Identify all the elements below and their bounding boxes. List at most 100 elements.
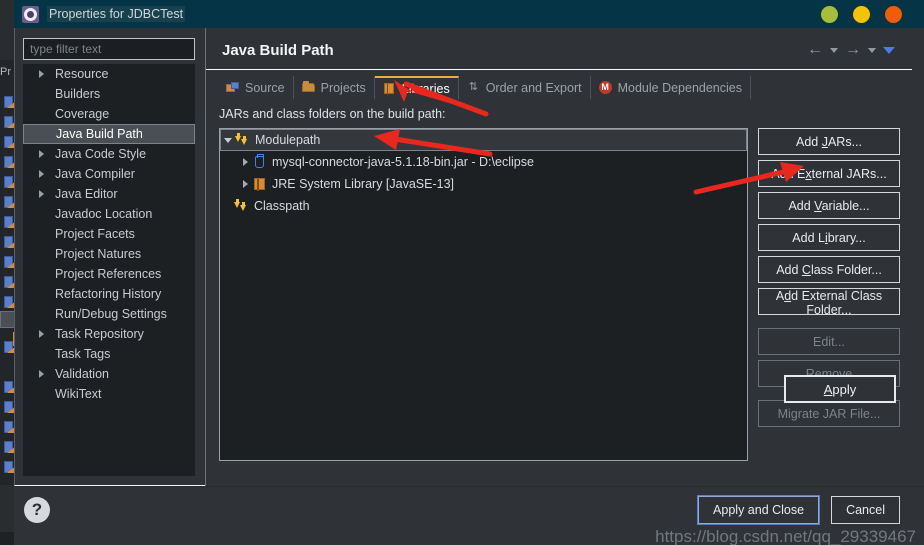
cancel-button[interactable]: Cancel	[831, 496, 900, 524]
sidebar-item-label: Coverage	[55, 107, 110, 121]
maximize-button[interactable]	[853, 5, 870, 23]
forward-chevron-down-icon[interactable]	[868, 47, 876, 53]
jre-library-icon	[252, 177, 268, 192]
sidebar-item-label: Project Natures	[55, 247, 142, 261]
build-path-tree-row[interactable]: mysql-connector-java-5.1.18-bin.jar - D:…	[220, 151, 747, 173]
sidebar-item-label: Java Compiler	[55, 167, 135, 181]
sidebar-item-label: Validation	[55, 367, 109, 381]
apply-button[interactable]: Apply	[784, 375, 896, 403]
sidebar-item-builders[interactable]: Builders	[23, 84, 195, 104]
button-add-class-folder[interactable]: Add Class Folder...	[758, 256, 900, 283]
sidebar-item-label: Builders	[55, 87, 101, 101]
dialog-titlebar: Properties for JDBCTest	[14, 0, 924, 28]
library-book-icon	[383, 82, 397, 95]
tree-twisty[interactable]	[238, 180, 252, 188]
sidebar-item-project-facets[interactable]: Project Facets	[23, 224, 195, 244]
button-label: Add Variable...	[788, 198, 870, 213]
button-add-external-jars[interactable]: Add External JARs...	[758, 160, 900, 187]
tab-libraries[interactable]: Libraries	[374, 76, 459, 99]
sidebar-item-java-build-path[interactable]: Java Build Path	[23, 124, 195, 144]
chevron-right-icon[interactable]	[242, 180, 248, 188]
content-pane: Java Build Path ← → Source Projects Librar…	[205, 28, 912, 486]
sidebar-item-java-code-style[interactable]: Java Code Style	[23, 144, 195, 164]
sidebar-item-resource[interactable]: Resource	[23, 64, 195, 84]
arrow-left-icon[interactable]: ←	[807, 42, 823, 58]
build-path-tree-row[interactable]: Classpath	[220, 195, 747, 217]
sidebar-item-task-repository[interactable]: Task Repository	[23, 324, 195, 344]
sidebar-item-label: Java Code Style	[55, 147, 147, 161]
settings-tree[interactable]: Resource Builders Coverage Java Build Path J…	[23, 64, 195, 476]
sidebar-item-java-editor[interactable]: Java Editor	[23, 184, 195, 204]
minimize-button[interactable]	[821, 5, 838, 23]
jar-icon	[252, 153, 268, 170]
watermark-text: https://blog.csdn.net/qq_29339467	[655, 527, 916, 545]
chevron-right-icon[interactable]	[242, 158, 248, 166]
sidebar-item-label: Java Editor	[55, 187, 118, 201]
tab-source[interactable]: Source	[218, 76, 294, 99]
chevron-right-icon[interactable]	[39, 170, 44, 178]
module-m-icon: M	[598, 81, 613, 94]
sidebar-item-project-references[interactable]: Project References	[23, 264, 195, 284]
filter-wrapper	[23, 38, 195, 60]
sidebar-item-task-tags[interactable]: Task Tags	[23, 344, 195, 364]
page-title: Java Build Path	[222, 42, 334, 59]
title-divider	[206, 69, 912, 70]
sidebar-item-javadoc-location[interactable]: Javadoc Location	[23, 204, 195, 224]
chevron-right-icon[interactable]	[39, 190, 44, 198]
sidebar-item-wikitext[interactable]: WikiText	[23, 384, 195, 404]
sidebar-item-label: Project References	[55, 267, 162, 281]
libraries-caption: JARs and class folders on the build path…	[219, 107, 446, 121]
close-button[interactable]	[885, 5, 902, 23]
tab-module-dependencies[interactable]: M Module Dependencies	[591, 76, 751, 99]
settings-gear-icon	[22, 5, 39, 23]
footer-buttons: Apply and Close Cancel	[697, 495, 900, 525]
source-folders-icon	[226, 81, 240, 94]
sidebar-item-label: Refactoring History	[55, 287, 162, 301]
sidebar-item-java-compiler[interactable]: Java Compiler	[23, 164, 195, 184]
sidebar-item-project-natures[interactable]: Project Natures	[23, 244, 195, 264]
chevron-right-icon[interactable]	[39, 330, 44, 338]
tree-twisty[interactable]	[221, 137, 235, 143]
build-path-entries-tree[interactable]: Modulepath mysql-connector-java-5.1.18-bi…	[219, 128, 748, 461]
apply-and-close-button[interactable]: Apply and Close	[697, 495, 821, 525]
tab-label: Libraries	[401, 81, 450, 96]
arrow-right-icon[interactable]: →	[845, 42, 861, 58]
build-path-entry-label: Modulepath	[255, 133, 321, 147]
tab-order-and-export[interactable]: ⇅ Order and Export	[459, 76, 591, 99]
sidebar-item-refactoring-history[interactable]: Refactoring History	[23, 284, 195, 304]
sidebar-item-label: Java Build Path	[56, 127, 143, 141]
button-add-jars[interactable]: Add JARs...	[758, 128, 900, 155]
build-path-entry-label: JRE System Library [JavaSE-13]	[272, 177, 455, 191]
button-add-variable[interactable]: Add Variable...	[758, 192, 900, 219]
window-controls	[821, 5, 902, 23]
build-path-tree-row[interactable]: Modulepath	[220, 129, 747, 151]
back-chevron-down-icon[interactable]	[830, 47, 838, 53]
sidebar-item-coverage[interactable]: Coverage	[23, 104, 195, 124]
chevron-right-icon[interactable]	[39, 150, 44, 158]
sidebar-item-label: Resource	[55, 67, 109, 81]
chevron-down-icon[interactable]	[224, 137, 232, 143]
view-menu-triangle-down-icon[interactable]	[883, 46, 895, 54]
button-add-external-class-folder[interactable]: Add External Class Folder...	[758, 288, 900, 317]
button-label: Add JARs...	[795, 134, 862, 149]
sidebar-item-label: Javadoc Location	[55, 207, 153, 221]
sidebar-item-validation[interactable]: Validation	[23, 364, 195, 384]
build-path-tree-row[interactable]: JRE System Library [JavaSE-13]	[220, 173, 747, 195]
question-mark-icon[interactable]: ?	[24, 497, 50, 523]
button-label: Add External JARs...	[771, 166, 887, 181]
button-label: Add External Class Folder...	[775, 289, 883, 317]
chevron-right-icon[interactable]	[39, 370, 44, 378]
folder-icon	[301, 81, 316, 94]
properties-dialog: ResourceBuildersCoverageJava Build PathJ…	[14, 28, 924, 486]
nav-history-controls: ← →	[807, 42, 895, 58]
chevron-right-icon[interactable]	[39, 70, 44, 78]
button-add-library[interactable]: Add Library...	[758, 224, 900, 251]
build-path-tabs[interactable]: Source Projects Libraries ⇅ Order and Export…	[218, 76, 898, 99]
filter-input[interactable]	[23, 38, 195, 60]
dialog-title: Properties for JDBCTest	[47, 6, 186, 22]
sidebar-item-run-debug-settings[interactable]: Run/Debug Settings	[23, 304, 195, 324]
button-label: Migrate JAR File...	[777, 406, 881, 421]
tab-label: Module Dependencies	[617, 80, 742, 95]
tab-projects[interactable]: Projects	[294, 76, 375, 99]
tree-twisty[interactable]	[238, 158, 252, 166]
